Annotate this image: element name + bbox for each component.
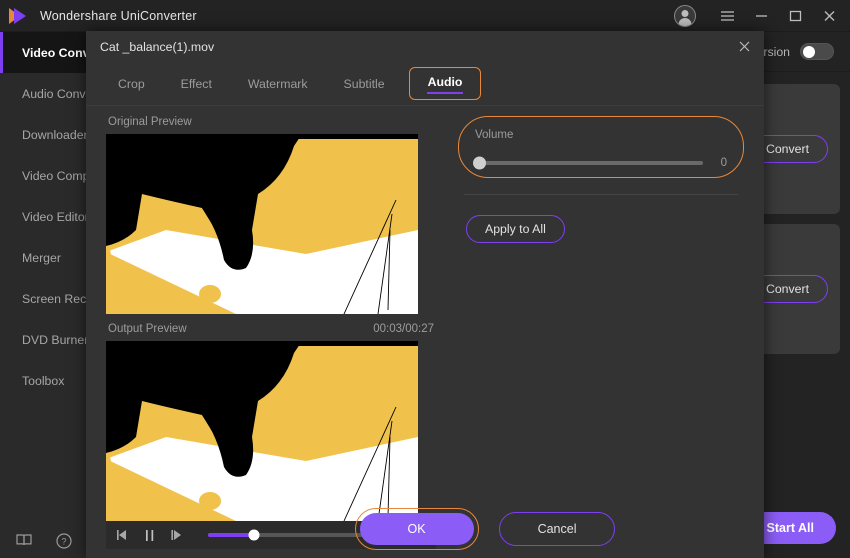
sidebar-item-label: Audio Conve — [22, 86, 93, 101]
sidebar-item-video-editor[interactable]: Video Editor — [0, 196, 89, 237]
application-window: Wondershare UniConverter Video Conv Audi… — [0, 0, 850, 558]
tab-label: Audio — [427, 75, 463, 89]
dialog-title: Cat _balance(1).mov — [100, 39, 215, 54]
sidebar-item-label: Toolbox — [22, 373, 65, 388]
original-preview-label: Original Preview — [108, 116, 192, 128]
ok-button[interactable]: OK — [359, 513, 474, 545]
window-controls — [674, 0, 850, 32]
volume-slider-handle[interactable] — [473, 156, 486, 170]
dialog-body: Original Preview Output Preview 00:03/00… — [86, 106, 764, 558]
edit-dialog: Cat _balance(1).mov Crop Effect Watermar… — [86, 31, 764, 558]
sidebar-item-label: Screen Reco — [22, 291, 94, 306]
sidebar-item-toolbox[interactable]: Toolbox — [0, 360, 87, 401]
hamburger-menu-icon[interactable] — [710, 0, 744, 32]
title-bar: Wondershare UniConverter — [0, 0, 850, 32]
tab-label: Effect — [180, 76, 212, 91]
conversion-toggle[interactable] — [800, 43, 834, 60]
sidebar-item-screen-recorder[interactable]: Screen Reco — [0, 278, 93, 319]
sidebar-item-video-converter[interactable]: Video Conv — [0, 32, 90, 73]
sidebar-bottom-icons: ? — [0, 532, 88, 550]
section-divider — [464, 194, 738, 195]
tab-effect[interactable]: Effect — [163, 70, 230, 98]
sidebar-item-downloader[interactable]: Downloader — [0, 114, 88, 155]
volume-value: 0 — [720, 157, 727, 169]
preview-column: Original Preview Output Preview 00:03/00… — [106, 116, 436, 549]
output-preview-video — [106, 341, 418, 521]
output-preview-label: Output Preview — [108, 323, 187, 335]
close-icon[interactable] — [812, 0, 846, 32]
apply-to-all-button[interactable]: Apply to All — [466, 215, 565, 243]
volume-slider[interactable] — [473, 156, 703, 170]
app-title: Wondershare UniConverter — [40, 8, 197, 23]
output-preview-header: Output Preview 00:03/00:27 — [106, 314, 436, 341]
sidebar: Video Conv Audio Conve Downloader Video … — [0, 32, 93, 558]
sidebar-item-label: Merger — [22, 250, 61, 265]
tab-label: Watermark — [247, 76, 308, 91]
original-preview-header: Original Preview — [106, 116, 436, 134]
sidebar-item-audio-converter[interactable]: Audio Conve — [0, 73, 92, 114]
volume-label: Volume — [475, 129, 514, 141]
svg-text:?: ? — [61, 537, 66, 547]
tab-active-underline — [427, 92, 463, 94]
app-logo-icon — [9, 5, 31, 27]
sidebar-item-merger[interactable]: Merger — [0, 237, 87, 278]
audio-controls-column: Volume 0 Apply to All — [458, 116, 744, 243]
sidebar-item-label: Video Conv — [22, 45, 90, 60]
time-display: 00:03/00:27 — [373, 323, 434, 335]
maximize-icon[interactable] — [778, 0, 812, 32]
dialog-footer: OK Cancel — [86, 508, 764, 550]
user-avatar-icon[interactable] — [674, 4, 696, 27]
sidebar-item-label: Downloader — [22, 127, 88, 142]
sidebar-item-dvd-burner[interactable]: DVD Burner — [0, 319, 89, 360]
dialog-tabs: Crop Effect Watermark Subtitle Audio — [86, 62, 764, 106]
dialog-close-icon[interactable] — [730, 33, 758, 59]
tab-subtitle[interactable]: Subtitle — [326, 70, 403, 98]
tab-watermark[interactable]: Watermark — [230, 70, 326, 98]
sidebar-item-video-compressor[interactable]: Video Comp — [0, 155, 90, 196]
volume-panel: Volume 0 — [458, 116, 744, 178]
sidebar-item-label: DVD Burner — [22, 332, 89, 347]
tab-audio[interactable]: Audio — [408, 67, 482, 100]
dialog-header: Cat _balance(1).mov — [86, 31, 764, 62]
help-question-icon[interactable]: ? — [55, 532, 73, 550]
volume-slider-row: 0 — [473, 156, 727, 170]
cancel-button[interactable]: Cancel — [498, 512, 616, 546]
sidebar-item-label: Video Comp — [22, 168, 90, 183]
original-preview-video — [106, 134, 418, 314]
minimize-icon[interactable] — [744, 0, 778, 32]
tab-label: Crop — [118, 76, 145, 91]
sidebar-item-label: Video Editor — [22, 209, 89, 224]
tab-crop[interactable]: Crop — [100, 70, 163, 98]
ok-button-highlight: OK — [354, 508, 479, 550]
tab-label: Subtitle — [343, 76, 385, 91]
manual-book-icon[interactable] — [15, 532, 33, 550]
